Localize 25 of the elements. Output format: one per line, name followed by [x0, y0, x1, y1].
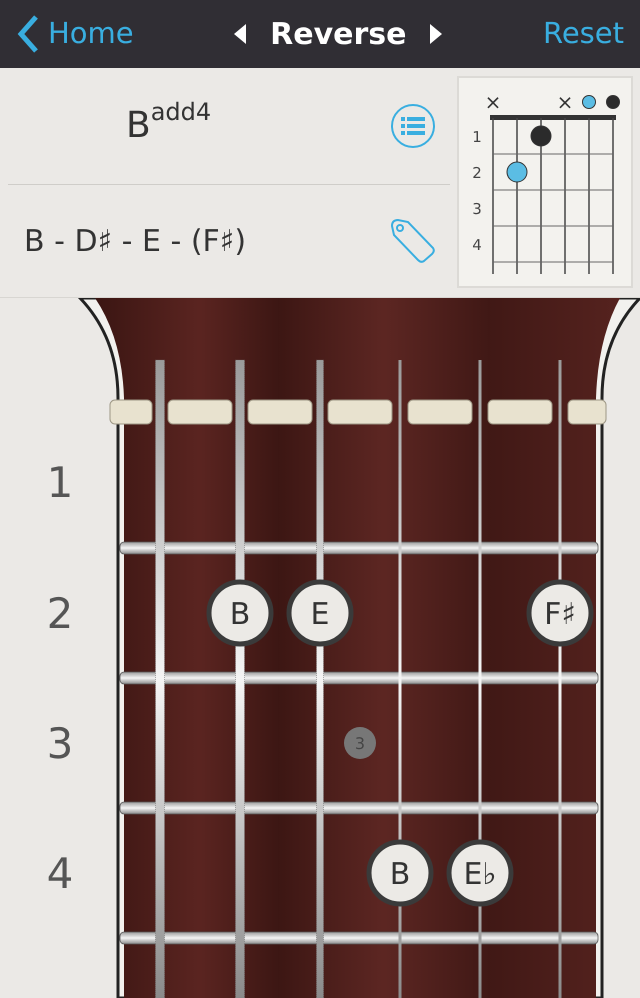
nut-segment — [328, 400, 392, 424]
nut-segment — [488, 400, 552, 424]
nut-segment — [168, 400, 232, 424]
screen-title: Reverse — [270, 16, 406, 54]
nut-segment — [248, 400, 312, 424]
chevron-left-icon — [16, 14, 40, 54]
reset-button[interactable]: Reset — [542, 12, 624, 56]
previous-icon[interactable] — [234, 24, 246, 44]
fret-number: 1 — [46, 458, 74, 507]
fret-number: 1 — [472, 128, 482, 146]
nut-segment — [568, 400, 606, 424]
muted-mark: × — [484, 90, 502, 114]
muted-mark: × — [556, 90, 574, 114]
back-button[interactable]: Home — [16, 12, 134, 56]
fret-number: 3 — [46, 719, 74, 768]
fret-number: 2 — [46, 589, 74, 638]
fret-number: 2 — [472, 164, 482, 182]
fret-number: 3 — [472, 200, 482, 218]
chord-name: B$^{add4}$ — [125, 99, 212, 148]
nut-segment — [110, 400, 152, 424]
fret-number: 4 — [472, 236, 482, 254]
fret-number: 4 — [46, 849, 74, 898]
nut-segment — [408, 400, 472, 424]
chord-notes: B - D♯ - E - (F♯) — [24, 222, 246, 260]
next-icon[interactable] — [430, 24, 442, 44]
